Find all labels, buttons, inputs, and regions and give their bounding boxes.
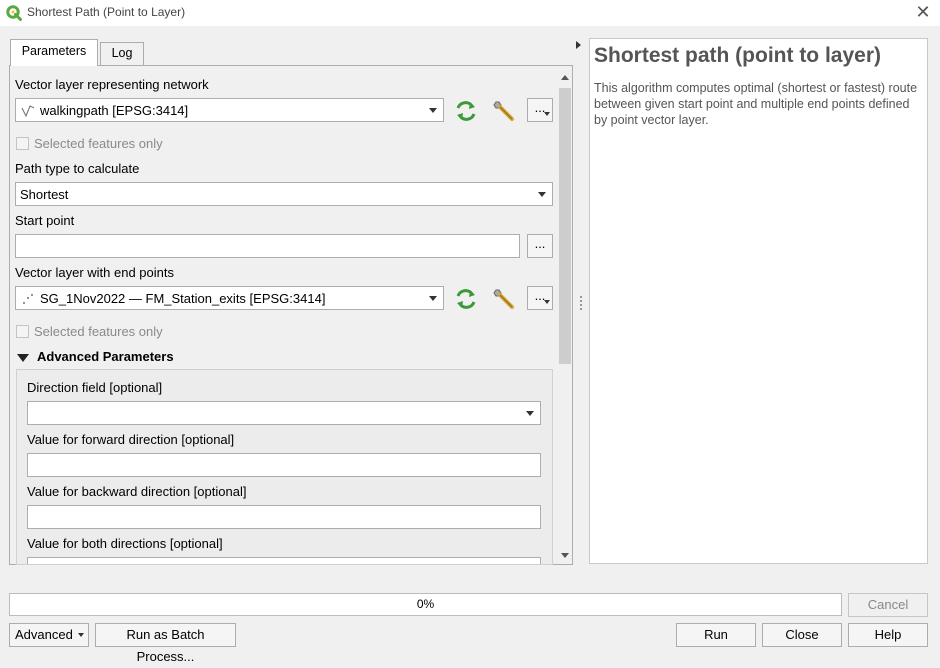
progress-text: 0% bbox=[416, 597, 435, 611]
scrollbar-thumb[interactable] bbox=[559, 88, 571, 364]
forward-direction-label: Value for forward direction [optional] bbox=[27, 432, 235, 447]
chevron-down-icon bbox=[429, 108, 437, 113]
path-type-value: Shortest bbox=[20, 187, 69, 202]
chevron-down-icon bbox=[78, 633, 84, 637]
network-layer-options-button[interactable]: ... bbox=[527, 98, 553, 122]
start-point-pick-button[interactable]: ... bbox=[527, 234, 553, 258]
both-directions-input[interactable] bbox=[27, 557, 541, 564]
help-description: This algorithm computes optimal (shortes… bbox=[594, 81, 918, 127]
close-button[interactable]: Close bbox=[762, 623, 842, 647]
iterate-refresh-icon[interactable] bbox=[452, 98, 480, 124]
tab-parameters[interactable]: Parameters bbox=[10, 39, 98, 66]
end-points-layer-options-button[interactable]: ... bbox=[527, 286, 553, 310]
end-points-selected-only-checkbox[interactable] bbox=[16, 325, 29, 338]
chevron-down-icon bbox=[526, 411, 534, 416]
network-layer-value: walkingpath [EPSG:3414] bbox=[40, 103, 189, 118]
network-layer-combo[interactable]: walkingpath [EPSG:3414] bbox=[15, 98, 444, 122]
end-points-layer-label: Vector layer with end points bbox=[15, 265, 174, 280]
window-close-icon[interactable]: ✕ bbox=[912, 2, 934, 22]
end-points-selected-only-label: Selected features only bbox=[34, 324, 163, 339]
scroll-down-arrow-icon[interactable] bbox=[558, 548, 572, 564]
advanced-button[interactable]: Advanced bbox=[9, 623, 89, 647]
cancel-button[interactable]: Cancel bbox=[848, 593, 928, 617]
run-as-batch-button[interactable]: Run as Batch Process... bbox=[95, 623, 236, 664]
both-directions-label: Value for both directions [optional] bbox=[27, 536, 223, 551]
scroll-up-arrow-icon[interactable] bbox=[558, 70, 572, 86]
path-type-label: Path type to calculate bbox=[15, 161, 140, 176]
path-type-combo[interactable]: Shortest bbox=[15, 182, 553, 206]
line-layer-icon bbox=[21, 105, 35, 118]
advanced-parameters-header[interactable]: Advanced Parameters bbox=[37, 349, 174, 364]
chevron-down-icon bbox=[538, 192, 546, 197]
start-point-label: Start point bbox=[15, 213, 75, 228]
qgis-logo-icon bbox=[6, 5, 22, 21]
window-title: Shortest Path (Point to Layer) bbox=[27, 5, 186, 19]
end-points-layer-combo[interactable]: SG_1Nov2022 — FM_Station_exits [EPSG:341… bbox=[15, 286, 444, 310]
wrench-icon[interactable] bbox=[490, 286, 518, 312]
network-selected-only-checkbox[interactable] bbox=[16, 137, 29, 150]
collapse-help-arrow-icon[interactable] bbox=[576, 41, 581, 49]
start-point-input[interactable] bbox=[15, 234, 520, 258]
network-selected-only-label: Selected features only bbox=[34, 136, 163, 151]
backward-direction-label: Value for backward direction [optional] bbox=[27, 484, 247, 499]
direction-field-label: Direction field [optional] bbox=[27, 380, 163, 395]
wrench-icon[interactable] bbox=[490, 98, 518, 124]
help-button[interactable]: Help bbox=[848, 623, 928, 647]
point-layer-icon bbox=[22, 293, 34, 305]
iterate-refresh-icon[interactable] bbox=[452, 286, 480, 312]
backward-direction-input[interactable] bbox=[27, 505, 541, 529]
help-title: Shortest path (point to layer) bbox=[594, 44, 882, 67]
chevron-down-icon bbox=[429, 296, 437, 301]
network-layer-label: Vector layer representing network bbox=[15, 77, 209, 92]
progress-bar: 0% bbox=[9, 593, 842, 616]
collapse-triangle-icon[interactable] bbox=[17, 354, 29, 362]
run-button[interactable]: Run bbox=[676, 623, 756, 647]
forward-direction-input[interactable] bbox=[27, 453, 541, 477]
end-points-layer-value: SG_1Nov2022 — FM_Station_exits [EPSG:341… bbox=[40, 291, 326, 306]
direction-field-combo[interactable] bbox=[27, 401, 541, 425]
tab-log[interactable]: Log bbox=[100, 42, 144, 65]
splitter-handle[interactable] bbox=[580, 296, 582, 310]
